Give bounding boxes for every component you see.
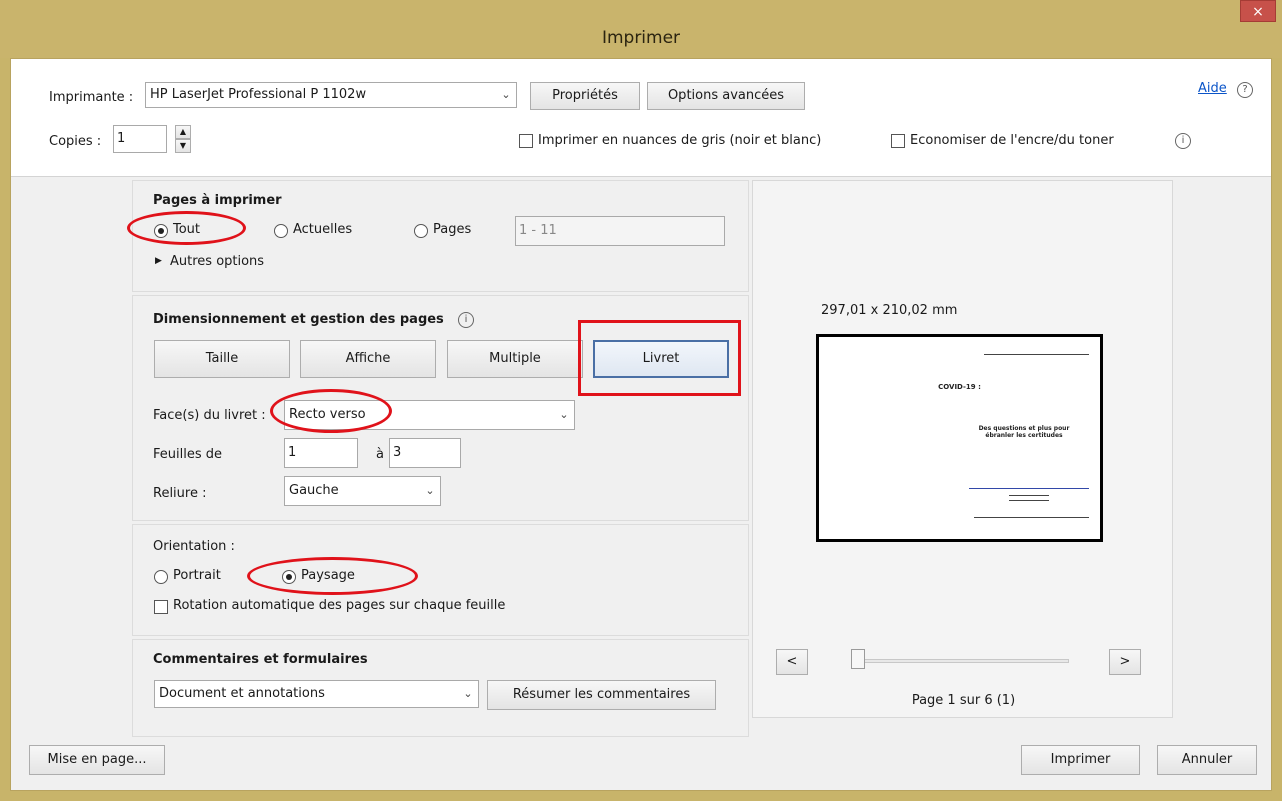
page-text-line xyxy=(1009,500,1049,501)
sheets-to-input[interactable]: 3 xyxy=(389,438,461,468)
help-link[interactable]: Aide xyxy=(1198,81,1227,96)
next-page-button[interactable]: > xyxy=(1109,649,1141,675)
comments-select-value: Document et annotations xyxy=(159,686,325,701)
sheets-to-label: à xyxy=(376,447,384,462)
page-text-line xyxy=(1009,495,1049,496)
grayscale-checkbox[interactable] xyxy=(519,134,533,148)
radio-current[interactable] xyxy=(274,224,288,238)
binding-select[interactable]: Gauche ⌄ xyxy=(284,476,441,506)
radio-portrait[interactable] xyxy=(154,570,168,584)
page-status: Page 1 sur 6 (1) xyxy=(911,693,1016,708)
page-header-line xyxy=(984,354,1089,355)
page-setup-button[interactable]: Mise en page... xyxy=(29,745,165,775)
chevron-down-icon: ⌄ xyxy=(463,687,473,700)
radio-pages-label: Pages xyxy=(433,222,472,237)
copies-up-arrow-icon[interactable]: ▲ xyxy=(175,125,191,139)
info-icon[interactable]: i xyxy=(1175,133,1191,149)
printer-pane: Imprimante : HP LaserJet Professional P … xyxy=(11,59,1271,177)
page-slider-track[interactable] xyxy=(851,659,1069,663)
copies-label: Copies : xyxy=(49,134,102,149)
print-button[interactable]: Imprimer xyxy=(1021,745,1140,775)
prev-page-button[interactable]: < xyxy=(776,649,808,675)
printer-select-value: HP LaserJet Professional P 1102w xyxy=(150,87,367,102)
chevron-down-icon: ⌄ xyxy=(559,408,569,421)
radio-portrait-label: Portrait xyxy=(173,568,221,583)
preview-page-subtitle: Des questions et plus pour ébranler les … xyxy=(978,425,1070,439)
tab-multiple[interactable]: Multiple xyxy=(447,340,583,378)
advanced-options-button[interactable]: Options avancées xyxy=(647,82,805,110)
sheets-label: Feuilles de xyxy=(153,447,222,462)
printer-label: Imprimante : xyxy=(49,90,134,105)
summarize-comments-button[interactable]: Résumer les commentaires xyxy=(487,680,716,710)
print-preview-pane: 297,01 x 210,02 mm COVID-19 : Des questi… xyxy=(752,180,1173,718)
pages-section-title: Pages à imprimer xyxy=(153,193,282,208)
window-title: Imprimer xyxy=(601,28,681,48)
preview-page-title: COVID-19 : xyxy=(938,383,981,391)
close-button[interactable]: × xyxy=(1240,0,1276,22)
copies-input[interactable]: 1 xyxy=(113,125,167,153)
more-options-link[interactable]: Autres options xyxy=(170,254,264,269)
tab-size[interactable]: Taille xyxy=(154,340,290,378)
page-footer-line xyxy=(974,517,1089,518)
properties-button[interactable]: Propriétés xyxy=(530,82,640,110)
radio-current-label: Actuelles xyxy=(293,222,353,237)
title-bar[interactable]: Imprimer × xyxy=(0,0,1282,58)
dialog-client-area: Imprimante : HP LaserJet Professional P … xyxy=(10,58,1272,791)
auto-rotate-checkbox[interactable] xyxy=(154,600,168,614)
preview-dimensions: 297,01 x 210,02 mm xyxy=(821,303,958,318)
binding-value: Gauche xyxy=(289,483,339,498)
chevron-down-icon: ⌄ xyxy=(501,88,511,101)
auto-rotate-label: Rotation automatique des pages sur chaqu… xyxy=(173,598,506,613)
page-range-input[interactable]: 1 - 11 xyxy=(515,216,725,246)
save-ink-checkbox[interactable] xyxy=(891,134,905,148)
help-icon[interactable]: ? xyxy=(1237,82,1253,98)
highlight-circle-recto-verso xyxy=(270,389,392,433)
highlight-circle-all xyxy=(127,211,246,245)
cancel-button[interactable]: Annuler xyxy=(1157,745,1257,775)
comments-section-title: Commentaires et formulaires xyxy=(153,652,368,667)
comments-select[interactable]: Document et annotations ⌄ xyxy=(154,680,479,708)
chevron-down-icon: ⌄ xyxy=(425,484,435,497)
sizing-info-icon[interactable]: i xyxy=(458,312,474,328)
page-slider-thumb[interactable] xyxy=(851,649,865,669)
expand-triangle-icon[interactable]: ▶ xyxy=(155,256,162,266)
sheets-from-input[interactable]: 1 xyxy=(284,438,358,468)
radio-pages[interactable] xyxy=(414,224,428,238)
highlight-rect-booklet xyxy=(578,320,741,396)
print-dialog-window: Imprimer × Imprimante : HP LaserJet Prof… xyxy=(0,0,1282,801)
tab-poster[interactable]: Affiche xyxy=(300,340,436,378)
highlight-circle-landscape xyxy=(247,557,418,595)
comments-section: Commentaires et formulaires Document et … xyxy=(132,639,749,737)
page-link-line xyxy=(969,488,1089,489)
copies-down-arrow-icon[interactable]: ▼ xyxy=(175,139,191,153)
preview-page-thumbnail: COVID-19 : Des questions et plus pour éb… xyxy=(816,334,1103,542)
grayscale-label: Imprimer en nuances de gris (noir et bla… xyxy=(538,133,822,148)
printer-select[interactable]: HP LaserJet Professional P 1102w ⌄ xyxy=(145,82,517,108)
orientation-section: Orientation : Portrait Paysage Rotation … xyxy=(132,524,749,636)
save-ink-label: Economiser de l'encre/du toner xyxy=(910,133,1114,148)
booklet-sides-label: Face(s) du livret : xyxy=(153,408,266,423)
sizing-section-title: Dimensionnement et gestion des pages xyxy=(153,312,444,327)
binding-label: Reliure : xyxy=(153,486,207,501)
orientation-title: Orientation : xyxy=(153,539,235,554)
